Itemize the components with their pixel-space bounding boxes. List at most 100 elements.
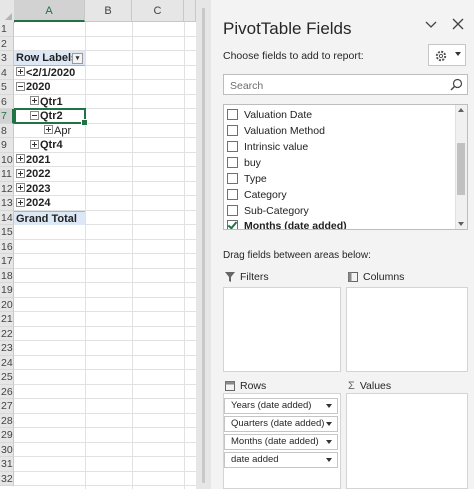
checkbox[interactable] (227, 108, 238, 120)
row-header[interactable]: 16 (0, 239, 14, 254)
row-header[interactable]: 31 (0, 457, 14, 472)
row-header[interactable]: 22 (0, 326, 14, 341)
row-header[interactable]: 13 (0, 196, 14, 211)
expand-icon[interactable] (16, 168, 25, 178)
pivot-item-qtr4[interactable]: Qtr4 (14, 138, 85, 153)
cell-area[interactable]: Row Labels ▾ <2/1/2020 2020 Qtr1 Qtr2 Ap… (14, 22, 196, 489)
row-header[interactable]: 20 (0, 297, 14, 312)
checkbox[interactable] (227, 172, 238, 184)
row-header[interactable]: 12 (0, 181, 14, 196)
row-header[interactable]: 8 (0, 123, 14, 138)
pivot-item-2020[interactable]: 2020 (14, 80, 85, 95)
tools-button[interactable] (428, 44, 466, 66)
pivot-item-apr[interactable]: Apr (14, 124, 85, 139)
expand-icon[interactable] (16, 67, 25, 77)
dropdown-icon[interactable] (326, 404, 332, 408)
row-header[interactable]: 29 (0, 428, 14, 443)
pivot-item-lt-2020[interactable]: <2/1/2020 (14, 66, 85, 81)
row-header[interactable]: 3 (0, 51, 14, 66)
filters-drop-area[interactable] (223, 287, 341, 372)
values-drop-area[interactable] (346, 393, 468, 489)
pivot-item-2024[interactable]: 2024 (14, 196, 85, 211)
expand-icon[interactable] (16, 197, 25, 207)
column-header-a[interactable]: A (14, 0, 85, 22)
dropdown-icon[interactable] (326, 422, 332, 426)
row-header[interactable]: 5 (0, 80, 14, 95)
checkbox[interactable] (227, 204, 238, 216)
pivot-item-2021[interactable]: 2021 (14, 153, 85, 168)
rows-drop-area[interactable]: Years (date added) Quarters (date added)… (223, 393, 341, 489)
pivot-item-qtr1[interactable]: Qtr1 (14, 95, 85, 110)
field-valuation-method[interactable]: Valuation Method (226, 123, 325, 139)
field-sub-category[interactable]: Sub-Category (226, 203, 309, 219)
field-months-date-added[interactable]: Months (date added) (226, 218, 347, 229)
row-header[interactable]: 32 (0, 471, 14, 486)
field-valuation-date[interactable]: Valuation Date (226, 107, 312, 123)
row-labels-filter-button[interactable]: ▾ (72, 53, 83, 64)
chevron-down-icon[interactable] (423, 16, 439, 32)
dropdown-icon[interactable] (326, 458, 332, 462)
row-header[interactable]: 15 (0, 225, 14, 240)
field-list-scrollbar[interactable] (455, 105, 467, 229)
field-intrinsic-value[interactable]: Intrinsic value (226, 139, 308, 155)
row-header[interactable]: 30 (0, 442, 14, 457)
row-header[interactable]: 17 (0, 254, 14, 269)
row-header[interactable]: 27 (0, 399, 14, 414)
active-cell-selection[interactable] (14, 108, 88, 126)
checkbox-checked[interactable] (227, 219, 238, 229)
checkbox[interactable] (227, 124, 238, 136)
scroll-down-icon[interactable] (458, 222, 464, 226)
expand-icon[interactable] (16, 154, 25, 164)
spreadsheet-grid[interactable]: A B C 1 2 3 4 5 6 7 8 9 10 11 12 13 14 15 16 17 18 19 20 21 2… (0, 0, 196, 489)
field-buy[interactable]: buy (226, 155, 261, 171)
search-icon[interactable] (450, 78, 463, 91)
row-header[interactable]: 14 (0, 210, 14, 225)
row-header[interactable]: 19 (0, 283, 14, 298)
row-header[interactable]: 23 (0, 341, 14, 356)
dropdown-icon[interactable] (326, 440, 332, 444)
row-header[interactable]: 2 (0, 36, 14, 51)
scroll-up-icon[interactable] (458, 108, 464, 112)
pivot-item-2022[interactable]: 2022 (14, 167, 85, 182)
fill-handle[interactable] (81, 119, 88, 126)
field-category[interactable]: Category (226, 187, 287, 203)
scroll-thumb[interactable] (457, 143, 465, 195)
row-header[interactable]: 10 (0, 152, 14, 167)
checkbox[interactable] (227, 188, 238, 200)
row-header[interactable]: 21 (0, 312, 14, 327)
field-type[interactable]: Type (226, 171, 267, 187)
checkbox[interactable] (227, 140, 238, 152)
rows-field-years[interactable]: Years (date added) (224, 398, 338, 414)
field-search-box[interactable] (223, 74, 468, 95)
rows-field-date-added[interactable]: date added (224, 452, 338, 468)
panel-splitter[interactable] (196, 0, 211, 489)
column-header-b[interactable]: B (85, 0, 132, 22)
column-header-d[interactable] (184, 0, 196, 22)
row-header[interactable]: 7 (0, 109, 14, 124)
pivot-grand-total[interactable]: Grand Total (14, 210, 85, 225)
row-header[interactable]: 25 (0, 370, 14, 385)
select-all-corner[interactable] (0, 0, 15, 23)
rows-field-quarters[interactable]: Quarters (date added) (224, 416, 338, 432)
expand-icon[interactable] (16, 183, 25, 193)
pivot-item-2023[interactable]: 2023 (14, 182, 85, 197)
column-header-c[interactable]: C (132, 0, 184, 22)
expand-icon[interactable] (30, 96, 39, 106)
row-header[interactable]: 11 (0, 167, 14, 182)
row-header[interactable]: 26 (0, 384, 14, 399)
checkbox[interactable] (227, 156, 238, 168)
search-input[interactable] (228, 77, 442, 94)
collapse-icon[interactable] (16, 81, 25, 91)
rows-field-months[interactable]: Months (date added) (224, 434, 338, 450)
close-icon[interactable] (450, 16, 466, 32)
row-header[interactable]: 18 (0, 268, 14, 283)
expand-icon[interactable] (30, 139, 39, 149)
row-header[interactable]: 1 (0, 22, 14, 37)
pivot-row-labels-header[interactable]: Row Labels ▾ (14, 51, 85, 66)
row-header[interactable]: 6 (0, 94, 14, 109)
field-list[interactable]: Valuation Date Valuation Method Intrinsi… (223, 104, 468, 230)
row-header[interactable]: 28 (0, 413, 14, 428)
row-header[interactable]: 24 (0, 355, 14, 370)
row-header[interactable]: 4 (0, 65, 14, 80)
row-header[interactable]: 9 (0, 138, 14, 153)
